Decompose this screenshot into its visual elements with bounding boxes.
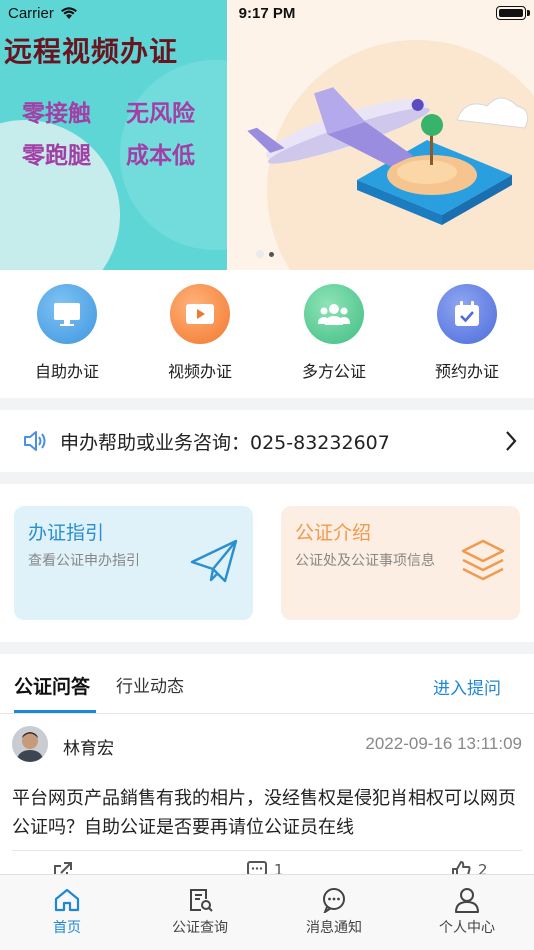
document-search-icon (190, 889, 213, 912)
card-title: 办证指引 (28, 522, 105, 544)
video-camera-icon (170, 284, 230, 344)
banner-slogan: 零跑腿 (22, 143, 91, 169)
quick-action-label: 视频办证 (167, 362, 232, 381)
nav-messages[interactable]: 消息通知 (279, 887, 389, 937)
status-bar: Carrier 9:17 PM (0, 0, 534, 28)
chat-bubble-icon (323, 888, 345, 913)
qa-section: 公证问答 行业动态 进入提问 林育宏 2022-09-16 13:11:09 平… (0, 654, 534, 894)
avatar[interactable] (12, 726, 48, 762)
card-title: 公证介绍 (295, 522, 372, 544)
carousel-dot[interactable] (269, 251, 274, 257)
hotline-text: 申办帮助或业务咨询：025-83232607 (60, 432, 390, 454)
promo-banner[interactable]: 远程视频办证 零接触 无风险 零跑腿 成本低 (0, 0, 534, 270)
active-tab-indicator (14, 710, 96, 713)
app-screen: 远程视频办证 零接触 无风险 零跑腿 成本低 Carrier 9:17 PM 自 (0, 0, 534, 950)
tab-notary-qa[interactable]: 公证问答 (14, 672, 90, 699)
banner-slogan: 成本低 (126, 143, 195, 169)
layers-icon (461, 539, 505, 581)
post-text: 平台网页产品銷售有我的相片，没经售权是侵犯肖相权可以网页公证吗？自助公证是否要再… (12, 788, 516, 838)
quick-action-label: 多方公证 (301, 362, 366, 381)
banner-illustration (227, 0, 534, 270)
card-description: 公证处及公证事项信息 (295, 553, 435, 569)
feature-cards: 办证指引 查看公证申办指引 公证介绍 公证处及公证事项信息 (0, 484, 534, 642)
paper-plane-icon (190, 539, 238, 583)
travel-illustration (247, 87, 529, 225)
carousel-indicator[interactable] (256, 250, 274, 258)
home-icon (54, 888, 80, 912)
nav-label: 首页 (53, 920, 81, 936)
clock: 9:17 PM (238, 5, 296, 22)
card-description: 查看公证申办指引 (28, 553, 140, 569)
divider (12, 850, 522, 851)
banner-slogan: 零接触 (22, 101, 91, 127)
nav-label: 消息通知 (306, 920, 362, 936)
card-introduction[interactable]: 公证介绍 公证处及公证事项信息 (281, 506, 520, 620)
quick-action-video[interactable]: 视频办证 (150, 284, 250, 382)
quick-action-self-service[interactable]: 自助办证 (17, 284, 117, 382)
post-author: 林育宏 (63, 739, 114, 759)
nav-home[interactable]: 首页 (12, 887, 122, 937)
speaker-icon (24, 431, 46, 451)
monitor-icon (37, 284, 97, 344)
banner-title: 远程视频办证 (4, 35, 179, 68)
nav-notary-query[interactable]: 公证查询 (145, 887, 255, 937)
qa-tabbar: 公证问答 行业动态 进入提问 (0, 654, 534, 714)
quick-action-appointment[interactable]: 预约办证 (417, 284, 517, 382)
ask-question-link[interactable]: 进入提问 (433, 674, 501, 699)
consultation-hotline[interactable]: 申办帮助或业务咨询：025-83232607 (0, 410, 534, 472)
quick-action-multi-party[interactable]: 多方公证 (284, 284, 384, 382)
quick-actions: 自助办证 视频办证 多方公证 预约办证 (0, 270, 534, 398)
group-icon (304, 284, 364, 344)
carousel-dot-active[interactable] (256, 250, 264, 258)
chevron-right-icon (506, 431, 517, 451)
user-icon (455, 888, 479, 913)
nav-label: 个人中心 (439, 920, 495, 936)
quick-action-label: 预约办证 (434, 362, 499, 381)
battery-icon (496, 6, 530, 20)
calendar-check-icon (437, 284, 497, 344)
quick-action-label: 自助办证 (34, 362, 99, 381)
banner-slogan: 无风险 (126, 101, 195, 127)
nav-label: 公证查询 (172, 920, 228, 936)
bottom-navigation: 首页 公证查询 消息通知 个人中心 (0, 874, 534, 950)
post-time: 2022-09-16 13:11:09 (365, 734, 522, 753)
card-guide[interactable]: 办证指引 查看公证申办指引 (14, 506, 253, 620)
nav-profile[interactable]: 个人中心 (412, 887, 522, 937)
tab-industry-news[interactable]: 行业动态 (116, 672, 184, 697)
